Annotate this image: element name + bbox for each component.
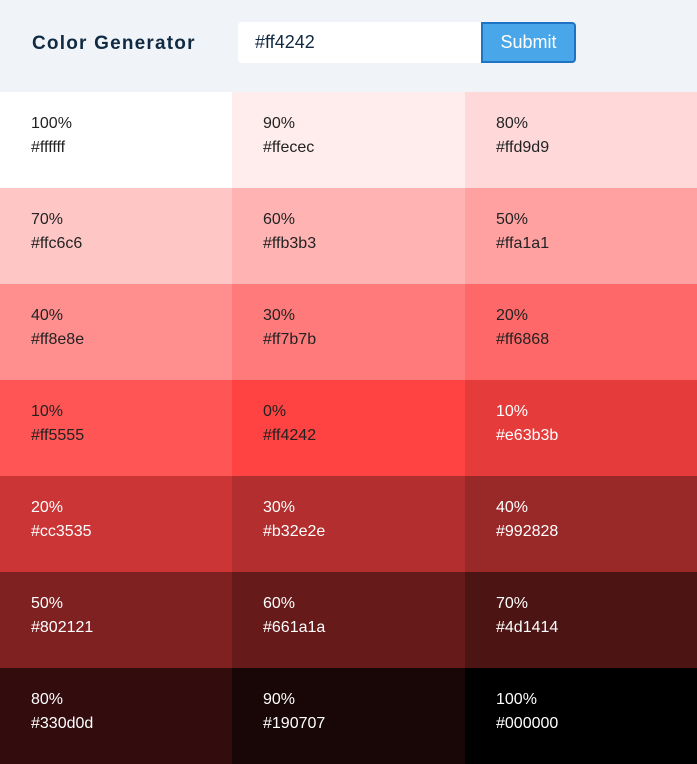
color-hex: #330d0d	[31, 715, 94, 732]
color-tile[interactable]: 80% #330d0d	[0, 668, 232, 764]
color-hex: #ffc6c6	[31, 235, 83, 252]
color-hex: #ff5555	[31, 427, 85, 444]
color-tile[interactable]: 100% #000000	[465, 668, 697, 764]
color-tile[interactable]: 0% #ff4242	[232, 380, 465, 476]
color-hex: #ff4242	[263, 427, 317, 444]
color-weight: 50%	[496, 211, 529, 228]
color-hex: #992828	[496, 523, 559, 540]
color-tile[interactable]: 30% #ff7b7b	[232, 284, 465, 380]
color-hex: #4d1414	[496, 619, 559, 636]
color-hex: #ffa1a1	[496, 235, 550, 252]
color-tile[interactable]: 80% #ffd9d9	[465, 92, 697, 188]
color-hex: #cc3535	[31, 523, 92, 540]
color-tile[interactable]: 30% #b32e2e	[232, 476, 465, 572]
color-weight: 60%	[263, 211, 296, 228]
color-tile[interactable]: 70% #ffc6c6	[0, 188, 232, 284]
color-hex: #ff7b7b	[263, 331, 317, 348]
color-tile[interactable]: 20% #ff6868	[465, 284, 697, 380]
color-hex: #e63b3b	[496, 427, 559, 444]
color-weight: 70%	[496, 595, 529, 612]
submit-button[interactable]: Submit	[481, 22, 576, 63]
color-weight: 50%	[31, 595, 64, 612]
color-hex: #ff8e8e	[31, 331, 85, 348]
color-weight: 30%	[263, 307, 296, 324]
color-weight: 90%	[263, 115, 296, 132]
color-weight: 90%	[263, 691, 296, 708]
app-title: Color Generator	[32, 33, 196, 54]
color-weight: 80%	[31, 691, 64, 708]
color-hex: #ffffff	[31, 139, 66, 156]
color-hex: #ffd9d9	[496, 139, 550, 156]
color-tile[interactable]: 100% #ffffff	[0, 92, 232, 188]
color-hex: #ff6868	[496, 331, 550, 348]
color-weight: 40%	[31, 307, 64, 324]
color-hex: #802121	[31, 619, 94, 636]
color-tile[interactable]: 40% #992828	[465, 476, 697, 572]
color-input[interactable]	[238, 22, 482, 63]
color-weight: 10%	[496, 403, 529, 420]
color-hex: #b32e2e	[263, 523, 326, 540]
color-hex: #ffecec	[263, 139, 315, 156]
color-weight: 20%	[31, 499, 64, 516]
color-weight: 20%	[496, 307, 529, 324]
color-hex: #ffb3b3	[263, 235, 317, 252]
color-tile[interactable]: 10% #ff5555	[0, 380, 232, 476]
header: Color Generator Submit	[0, 0, 697, 91]
color-weight: 60%	[263, 595, 296, 612]
color-weight: 30%	[263, 499, 296, 516]
color-tile[interactable]: 60% #661a1a	[232, 572, 465, 668]
color-weight: 40%	[496, 499, 529, 516]
color-weight: 80%	[496, 115, 529, 132]
color-weight: 0%	[263, 403, 287, 420]
color-weight: 100%	[31, 115, 72, 132]
color-weight: 100%	[496, 691, 537, 708]
color-tile[interactable]: 70% #4d1414	[465, 572, 697, 668]
color-tile[interactable]: 90% #ffecec	[232, 92, 465, 188]
color-grid: 100% #ffffff 90% #ffecec 80% #ffd9d9 70% #ffc6c…	[0, 92, 697, 764]
color-weight: 10%	[31, 403, 64, 420]
color-tile[interactable]: 40% #ff8e8e	[0, 284, 232, 380]
color-tile[interactable]: 20% #cc3535	[0, 476, 232, 572]
color-tile[interactable]: 90% #190707	[232, 668, 465, 764]
color-tile[interactable]: 10% #e63b3b	[465, 380, 697, 476]
color-hex: #190707	[263, 715, 326, 732]
color-tile[interactable]: 50% #ffa1a1	[465, 188, 697, 284]
color-hex: #661a1a	[263, 619, 326, 636]
color-weight: 70%	[31, 211, 64, 228]
color-tile[interactable]: 60% #ffb3b3	[232, 188, 465, 284]
color-hex: #000000	[496, 715, 559, 732]
color-tile[interactable]: 50% #802121	[0, 572, 232, 668]
